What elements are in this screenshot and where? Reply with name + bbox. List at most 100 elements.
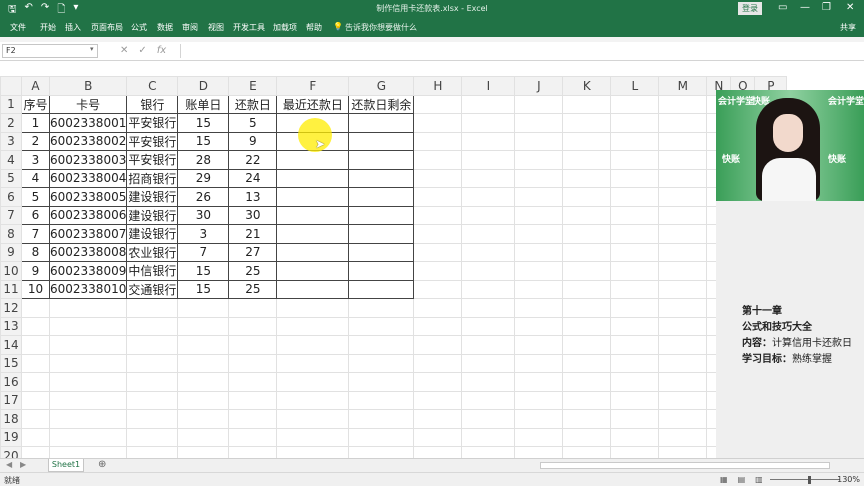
cell[interactable] [413, 298, 463, 318]
cell[interactable]: 6002338001 [48, 113, 128, 133]
cell[interactable] [610, 390, 660, 410]
table-row[interactable]: 17 [0, 390, 788, 410]
cell[interactable] [514, 353, 564, 373]
cell[interactable] [514, 427, 564, 447]
cell[interactable] [658, 446, 708, 458]
cell[interactable] [658, 150, 708, 170]
insert-function-icon[interactable]: fx [157, 45, 166, 56]
table-row[interactable]: 4 3 6002338003 平安银行 28 22 [0, 150, 788, 170]
cell[interactable] [348, 131, 415, 151]
cell[interactable]: 6002338005 [48, 187, 128, 207]
cell[interactable] [562, 390, 612, 410]
cell[interactable] [276, 316, 350, 336]
row-header[interactable]: 17 [0, 390, 22, 410]
cell[interactable] [48, 372, 128, 392]
cell[interactable] [228, 298, 278, 318]
tab-formulas[interactable]: 公式 [131, 22, 147, 33]
row-header[interactable]: 20 [0, 446, 22, 458]
row-header[interactable]: 10 [0, 261, 22, 281]
table-row[interactable]: 9 8 6002338008 农业银行 7 27 [0, 242, 788, 262]
cell[interactable] [21, 316, 50, 336]
cell[interactable] [658, 335, 708, 355]
cell[interactable] [276, 205, 350, 225]
cell[interactable]: 5 [228, 113, 278, 133]
cell[interactable] [461, 113, 516, 133]
cell[interactable] [21, 446, 50, 458]
table-row[interactable]: 6 5 6002338005 建设银行 26 13 [0, 187, 788, 207]
cell[interactable]: 6 [21, 205, 50, 225]
cell[interactable]: 4 [21, 168, 50, 188]
add-sheet-icon[interactable]: ⊕ [98, 459, 106, 470]
cell[interactable] [461, 187, 516, 207]
cell[interactable]: 6002338009 [48, 261, 128, 281]
row-header[interactable]: 2 [0, 113, 22, 133]
column-header[interactable]: H [413, 76, 463, 96]
cell[interactable] [610, 335, 660, 355]
cell[interactable] [514, 279, 564, 299]
cell[interactable] [276, 187, 350, 207]
cell[interactable]: 9 [228, 131, 278, 151]
cell[interactable] [514, 261, 564, 281]
row-header[interactable]: 12 [0, 298, 22, 318]
cell[interactable]: 6002338003 [48, 150, 128, 170]
cell[interactable] [461, 224, 516, 244]
cell[interactable] [348, 279, 415, 299]
cell[interactable] [48, 335, 128, 355]
cell[interactable] [276, 150, 350, 170]
cell[interactable] [610, 316, 660, 336]
cell[interactable]: 中信银行 [126, 261, 179, 281]
cell[interactable]: 15 [177, 131, 230, 151]
cell[interactable] [48, 298, 128, 318]
cell[interactable] [413, 113, 463, 133]
tab-review[interactable]: 审阅 [182, 22, 198, 33]
cell[interactable]: 27 [228, 242, 278, 262]
cell[interactable] [48, 446, 128, 458]
cell[interactable] [228, 353, 278, 373]
cell[interactable] [126, 372, 179, 392]
cell[interactable] [562, 261, 612, 281]
cell[interactable] [562, 409, 612, 429]
tab-addins[interactable]: 加载项 [273, 22, 297, 33]
cell[interactable] [562, 279, 612, 299]
zoom-level[interactable]: 130% [837, 475, 860, 484]
cell[interactable]: 最近还款日 [276, 94, 350, 114]
cell[interactable] [461, 279, 516, 299]
cell[interactable]: 7 [177, 242, 230, 262]
cell[interactable] [610, 446, 660, 458]
cell[interactable]: 还款日剩余 [348, 94, 415, 114]
name-box-dropdown-icon[interactable]: ▾ [90, 45, 94, 53]
cell[interactable] [461, 427, 516, 447]
cell[interactable] [126, 427, 179, 447]
cell[interactable] [276, 335, 350, 355]
cell[interactable]: 10 [21, 279, 50, 299]
cell[interactable] [228, 335, 278, 355]
cell[interactable]: 招商银行 [126, 168, 179, 188]
row-header[interactable]: 3 [0, 131, 22, 151]
cell[interactable] [348, 409, 415, 429]
table-row[interactable]: 10 9 6002338009 中信银行 15 25 [0, 261, 788, 281]
cell[interactable] [348, 446, 415, 458]
cell[interactable] [610, 372, 660, 392]
cell[interactable]: 30 [228, 205, 278, 225]
table-row[interactable]: 3 2 6002338002 平安银行 15 9 [0, 131, 788, 151]
cell[interactable]: 卡号 [48, 94, 128, 114]
cell[interactable] [562, 205, 612, 225]
cell[interactable] [276, 390, 350, 410]
table-row[interactable]: 7 6 6002338006 建设银行 30 30 [0, 205, 788, 225]
cell[interactable] [562, 131, 612, 151]
cell[interactable]: 2 [21, 131, 50, 151]
cell[interactable]: 28 [177, 150, 230, 170]
cell[interactable] [658, 168, 708, 188]
cell[interactable] [276, 224, 350, 244]
cell[interactable] [413, 187, 463, 207]
cell[interactable] [348, 150, 415, 170]
cell[interactable] [610, 261, 660, 281]
cell[interactable]: 农业银行 [126, 242, 179, 262]
cell[interactable] [21, 390, 50, 410]
cell[interactable] [562, 94, 612, 114]
cell[interactable] [610, 427, 660, 447]
cell[interactable]: 25 [228, 261, 278, 281]
cell[interactable] [562, 187, 612, 207]
cell[interactable]: 25 [228, 279, 278, 299]
cell[interactable]: 账单日 [177, 94, 230, 114]
